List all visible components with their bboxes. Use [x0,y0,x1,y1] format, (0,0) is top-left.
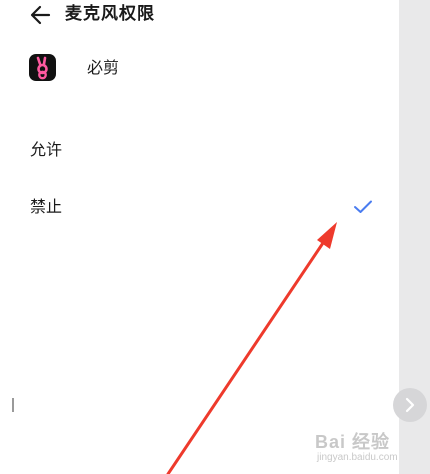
edge-mark [12,398,14,412]
option-allow-label: 允许 [30,142,63,159]
watermark-text: Bai 经验 [315,432,391,452]
watermark-subtext: jingyan.baidu.com [317,452,398,463]
option-allow[interactable]: 允许 [0,132,399,172]
page-title: 麦克风权限 [65,4,155,23]
checkmark-icon [353,199,373,215]
arrow-left-icon[interactable] [28,2,54,28]
bijian-app-icon [29,54,56,81]
option-deny-label: 禁止 [30,199,63,216]
option-deny[interactable]: 禁止 [0,189,399,229]
settings-screen: 麦克风权限 必剪 允许 禁止 [0,0,399,474]
app-name: 必剪 [87,60,120,77]
app-row: 必剪 [0,50,399,88]
next-button[interactable] [393,388,427,422]
header: 麦克风权限 [0,0,399,34]
watermark-logo: Bai 经验 jingyan.baidu.com [311,428,423,470]
